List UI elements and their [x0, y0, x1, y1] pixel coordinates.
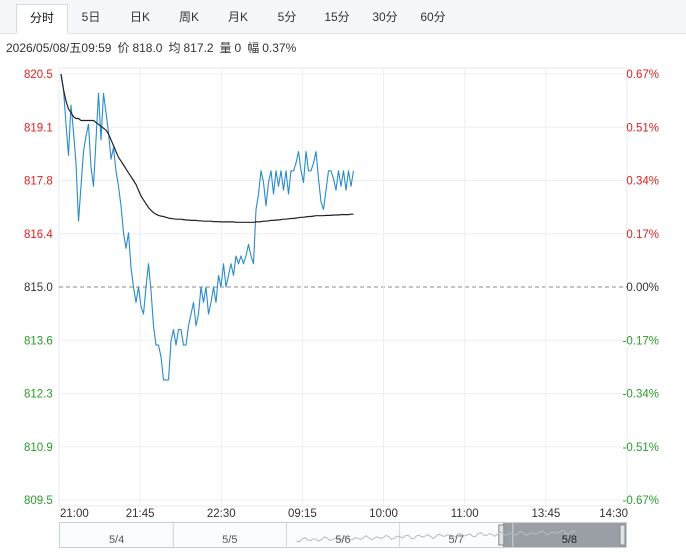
pct-tick-label: -0.17%	[623, 335, 659, 347]
x-tick-label: 11:00	[451, 508, 479, 520]
price-value: 818.0	[132, 41, 163, 55]
x-tick-label: 21:45	[126, 508, 155, 520]
intraday-chart[interactable]: 820.5 0.67% 819.1 0.51% 817.8 0.34% 816.4 0.17%…	[0, 60, 686, 520]
time-navigator[interactable]: 5/4 5/5 5/6 5/7 5/8	[59, 522, 627, 548]
y-tick-label: 820.5	[24, 69, 53, 81]
x-tick-label: 09:15	[288, 508, 317, 520]
x-tick-label: 14:30	[599, 508, 628, 520]
quote-info-bar: 2026/05/08/五09:59 价 818.0 均 817.2 量 0 幅 0.37%	[6, 39, 302, 56]
navigator-date-label: 5/4	[109, 534, 124, 546]
y-tick-label: 819.1	[24, 122, 53, 134]
average-line	[60, 73, 354, 223]
y-tick-label: 813.6	[24, 335, 53, 347]
x-tick-label: 22:30	[207, 508, 236, 520]
pct-tick-label: 0.00%	[626, 282, 659, 294]
y-tick-label: 815.0	[24, 282, 53, 294]
price-label: 价	[117, 41, 130, 55]
avg-label: 均	[168, 41, 181, 55]
tab-intraday[interactable]: 分时	[16, 4, 68, 34]
avg-value: 817.2	[183, 41, 214, 55]
navigator-date-label: 5/7	[449, 534, 464, 546]
pct-tick-label: 0.17%	[626, 229, 659, 241]
pct-tick-label: 0.67%	[626, 69, 659, 81]
tab-monthly-k[interactable]: 月K	[216, 4, 260, 34]
navigator-sparkline: 5/4 5/5 5/6 5/7 5/8	[109, 523, 626, 547]
volume-label: 量	[219, 41, 232, 55]
navigator-date-label: 5/6	[335, 534, 350, 546]
tab-weekly-k[interactable]: 周K	[167, 4, 211, 34]
volume-value: 0	[234, 41, 242, 55]
pct-tick-label: 0.34%	[626, 176, 659, 188]
price-line	[60, 73, 355, 381]
pct-tick-label: 0.51%	[626, 122, 659, 134]
tab-30min[interactable]: 30分	[362, 4, 408, 34]
y-tick-label: 817.8	[24, 176, 53, 188]
tab-60min[interactable]: 60分	[410, 4, 456, 34]
pct-tick-label: -0.67%	[623, 495, 659, 507]
y-tick-label: 809.5	[24, 495, 53, 507]
navigator-date-label: 5/8	[562, 534, 577, 546]
period-tabs: 分时 5日 日K 周K 月K 5分 15分 30分 60分	[0, 0, 686, 34]
y-tick-label: 816.4	[24, 229, 53, 241]
pct-tick-label: -0.51%	[623, 442, 659, 454]
pct-tick-label: -0.34%	[623, 389, 659, 401]
change-value: 0.37%	[262, 41, 297, 55]
x-tick-label: 13:45	[531, 508, 560, 520]
quote-datetime: 2026/05/08/五09:59	[6, 41, 112, 55]
navigator-handle-right	[619, 524, 626, 546]
x-tick-label: 21:00	[60, 508, 89, 520]
tab-5min[interactable]: 5分	[266, 4, 308, 34]
y-tick-label: 810.9	[24, 442, 53, 454]
tab-15min[interactable]: 15分	[314, 4, 360, 34]
navigator-date-label: 5/5	[222, 534, 237, 546]
change-label: 幅	[247, 41, 260, 55]
y-tick-label: 812.3	[24, 389, 53, 401]
navigator-handle-left	[498, 524, 505, 546]
tab-5day[interactable]: 5日	[70, 4, 112, 34]
x-tick-label: 10:00	[369, 508, 398, 520]
tab-daily-k[interactable]: 日K	[118, 4, 162, 34]
